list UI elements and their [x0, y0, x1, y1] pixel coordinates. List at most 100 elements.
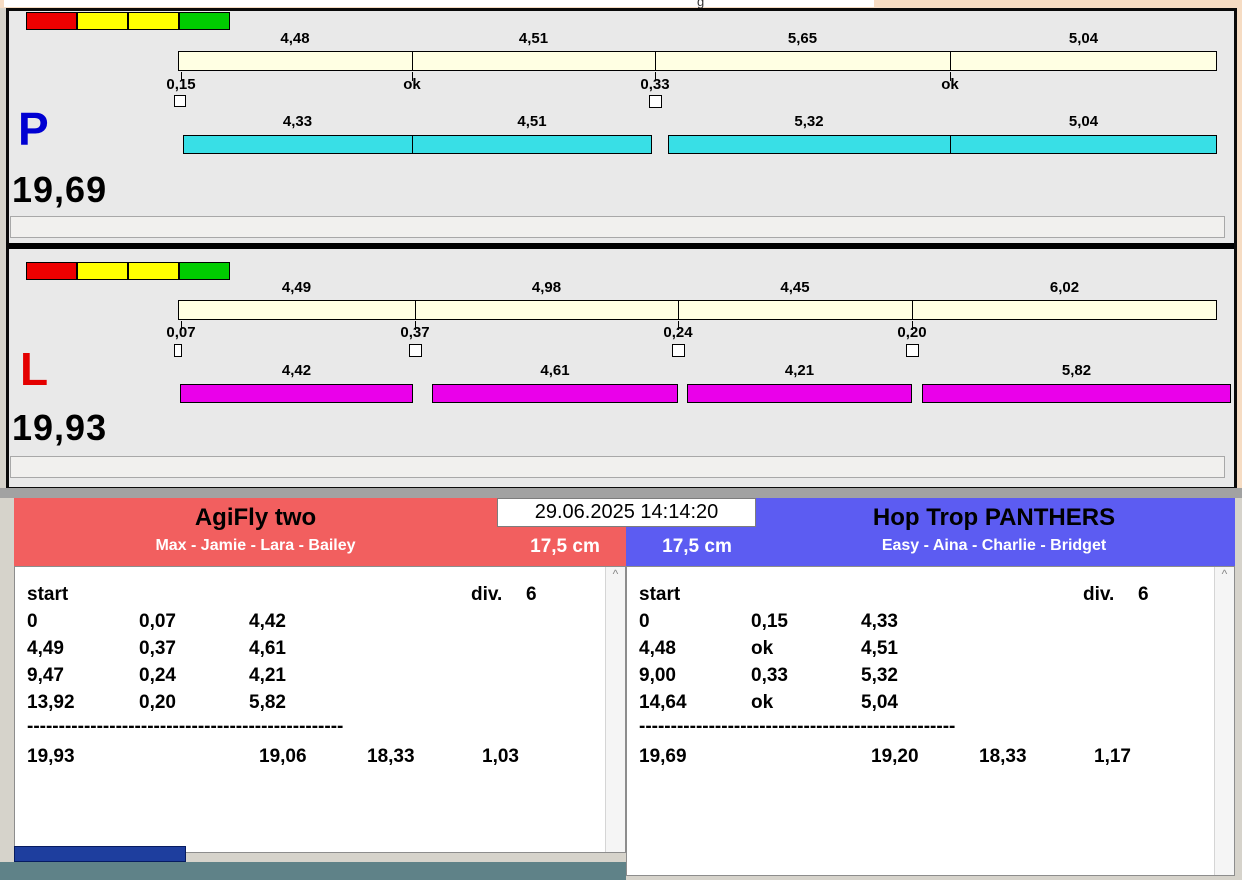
result-row: 0 0,07 4,42 — [15, 611, 625, 637]
cell-start: 9,47 — [27, 665, 64, 687]
result-body-right: start div. 6 0 0,15 4,33 4,48 ok 4,51 9,… — [626, 566, 1235, 876]
lane-l-change-marker-box-3[interactable] — [672, 344, 685, 357]
div-value-left: 6 — [526, 584, 537, 606]
lane-l-change-time-1: 0,07 — [151, 324, 211, 341]
cell-change: 0,37 — [139, 638, 176, 660]
lane-l-leg-bar-divider-1 — [415, 300, 416, 320]
lane-p-leg-time-2: 4,51 — [412, 30, 655, 47]
cell-start: 14,64 — [639, 692, 687, 714]
lane-p-run-time-4: 5,04 — [950, 113, 1217, 130]
lane-l-leg-time-2: 4,98 — [415, 279, 678, 296]
lane-p-status-light-yellow-1 — [77, 12, 128, 30]
lane-p-leg-time-4: 5,04 — [950, 30, 1217, 47]
lane-l-change-time-2: 0,37 — [385, 324, 445, 341]
lane-l-change-marker-box-1[interactable] — [174, 344, 182, 357]
cell-change: ok — [751, 638, 773, 660]
lane-l-change-marker-box-2[interactable] — [409, 344, 422, 357]
lane-p-run-bar-4 — [950, 135, 1217, 154]
cell-start: 13,92 — [27, 692, 75, 714]
start-label-left: start — [27, 584, 68, 606]
cell-run: 5,82 — [249, 692, 286, 714]
lane-l-status-light-yellow-1 — [77, 262, 128, 280]
result-row: 4,48 ok 4,51 — [627, 638, 1234, 664]
lane-p-change-marker-box-1[interactable] — [174, 95, 186, 107]
totals-row-right: 19,69 19,20 18,33 1,17 — [627, 746, 1234, 772]
cell-change: 0,33 — [751, 665, 788, 687]
lane-p-status-light-green — [179, 12, 230, 30]
result-row: 9,47 0,24 4,21 — [15, 665, 625, 691]
lane-p-change-time-4: ok — [920, 76, 980, 93]
lane-l-leg-time-3: 4,45 — [678, 279, 912, 296]
lane-l-status-light-yellow-2 — [128, 262, 179, 280]
lane-l-run-time-1: 4,42 — [180, 362, 413, 379]
lane-l-change-marker-box-4[interactable] — [906, 344, 919, 357]
lane-l-run-time-3: 4,21 — [687, 362, 912, 379]
lane-l-status-light-red — [26, 262, 77, 280]
dashed-separator-right: ----------------------------------------… — [639, 716, 955, 738]
total-time: 19,93 — [27, 746, 75, 768]
lane-p-run-time-1: 4,33 — [183, 113, 412, 130]
totals-row-left: 19,93 19,06 18,33 1,03 — [15, 746, 625, 772]
team-members-right: Easy - Aina - Charlie - Bridget — [754, 537, 1234, 555]
jump-height-left: 17,5 cm — [510, 536, 620, 558]
lane-l-leg-time-1: 4,49 — [178, 279, 415, 296]
lane-l-label: L — [20, 346, 48, 392]
lane-p-run-bar-3 — [668, 135, 951, 154]
lane-p-change-time-1: 0,15 — [151, 76, 211, 93]
lane-p-change-marker-box-2[interactable] — [649, 95, 662, 108]
result-row: 4,49 0,37 4,61 — [15, 638, 625, 664]
cell-change: 0,15 — [751, 611, 788, 633]
total-time: 19,69 — [639, 746, 687, 768]
lane-divider — [9, 243, 1234, 249]
total-alt: 19,20 — [871, 746, 919, 768]
lane-p-run-time-3: 5,32 — [668, 113, 950, 130]
cell-run: 5,32 — [861, 665, 898, 687]
div-value-right: 6 — [1138, 584, 1149, 606]
lane-p-run-bar-1 — [183, 135, 413, 154]
cell-run: 5,04 — [861, 692, 898, 714]
cell-run: 4,51 — [861, 638, 898, 660]
result-panel-right: Hop Trop PANTHERS Easy - Aina - Charlie … — [626, 498, 1235, 876]
lane-p-change-time-2: ok — [382, 76, 442, 93]
lane-p-leg-bar-divider-1 — [412, 51, 413, 71]
cell-run: 4,61 — [249, 638, 286, 660]
cell-run: 4,42 — [249, 611, 286, 633]
cell-start: 0 — [639, 611, 650, 633]
lane-l-leg-time-4: 6,02 — [912, 279, 1217, 296]
team-name-right: Hop Trop PANTHERS — [754, 504, 1234, 532]
lane-l-total-time: 19,93 — [12, 410, 107, 446]
cell-change: ok — [751, 692, 773, 714]
result-row: 9,00 0,33 5,32 — [627, 665, 1234, 691]
right-chrome-strip — [1237, 8, 1242, 490]
lane-p-total-time: 19,69 — [12, 172, 107, 208]
total-best: 18,33 — [367, 746, 415, 768]
cell-start: 4,49 — [27, 638, 64, 660]
dashed-separator-left: ----------------------------------------… — [27, 716, 343, 738]
scroll-up-icon[interactable]: ^ — [606, 567, 625, 581]
div-label-right: div. — [1083, 584, 1114, 606]
lane-l-run-bar-2 — [432, 384, 678, 403]
scroll-up-icon[interactable]: ^ — [1215, 567, 1234, 581]
div-label-left: div. — [471, 584, 502, 606]
top-chrome-tab-area — [4, 0, 874, 7]
lane-l-run-bar-1 — [180, 384, 413, 403]
cell-change: 0,20 — [139, 692, 176, 714]
lane-p-leg-bar-divider-3 — [950, 51, 951, 71]
lane-p-leg-bar-divider-2 — [655, 51, 656, 71]
result-row: 14,64 ok 5,04 — [627, 692, 1234, 718]
result-panel-left: AgiFly two Max - Jamie - Lara - Bailey 1… — [14, 498, 626, 853]
bottom-taskbar-button[interactable] — [14, 846, 186, 862]
jump-height-right: 17,5 cm — [642, 536, 752, 558]
total-alt: 19,06 — [259, 746, 307, 768]
datetime-display: 29.06.2025 14:14:20 — [497, 498, 756, 527]
lane-l-run-time-2: 4,61 — [432, 362, 678, 379]
scrollbar-right-panel[interactable]: ^ — [1214, 567, 1234, 875]
scrollbar-left-panel[interactable]: ^ — [605, 567, 625, 852]
start-label-right: start — [639, 584, 680, 606]
lane-p-run-bar-2 — [412, 135, 652, 154]
total-diff: 1,17 — [1094, 746, 1131, 768]
team-name-left: AgiFly two — [14, 504, 497, 532]
lane-l-change-time-3: 0,24 — [648, 324, 708, 341]
cell-start: 4,48 — [639, 638, 676, 660]
lane-p-footer-strip — [10, 216, 1225, 238]
